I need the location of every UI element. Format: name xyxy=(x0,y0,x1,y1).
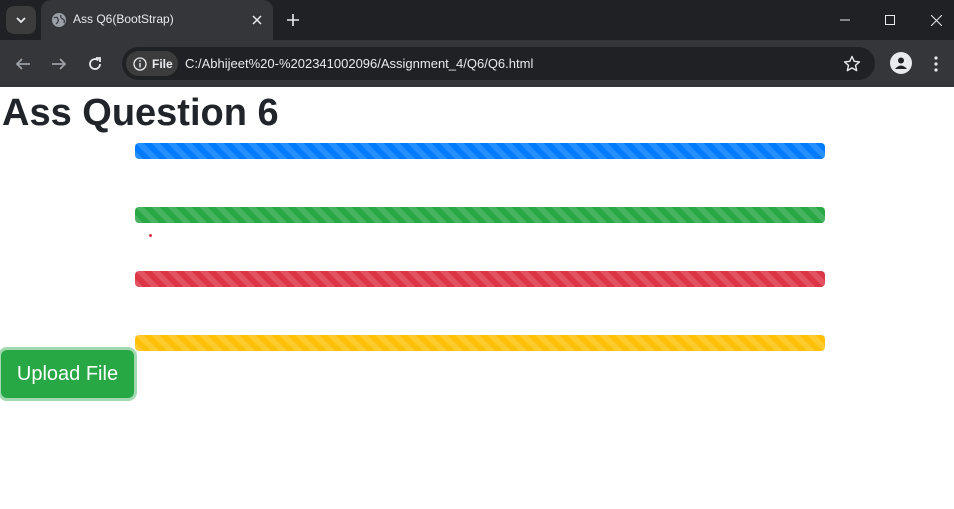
site-info-chip[interactable]: File xyxy=(126,51,178,76)
progress-red xyxy=(135,271,825,287)
tab-active[interactable]: Ass Q6(BootStrap) xyxy=(41,0,273,40)
url-text[interactable]: C:/Abhijeet%20-%202341002096/Assignment_… xyxy=(185,56,533,71)
page-title: Ass Question 6 xyxy=(2,92,279,134)
tab-close-button[interactable] xyxy=(249,12,265,28)
forward-button[interactable] xyxy=(47,52,71,76)
globe-icon xyxy=(52,13,66,27)
window-close-icon xyxy=(930,14,942,26)
star-icon[interactable] xyxy=(843,55,861,73)
info-icon xyxy=(133,56,147,71)
close-icon xyxy=(252,15,262,25)
tab-search-button[interactable] xyxy=(6,6,36,34)
progress-blue xyxy=(135,143,825,159)
address-bar[interactable]: File C:/Abhijeet%20-%202341002096/Assign… xyxy=(122,47,875,80)
window-close-button[interactable] xyxy=(926,10,946,30)
progress-bar-fill xyxy=(135,271,825,287)
forward-icon xyxy=(52,58,67,70)
progress-bar-fill xyxy=(135,335,825,351)
progress-bar-fill xyxy=(135,143,825,159)
site-info-label: File xyxy=(152,56,173,71)
tab-title: Ass Q6(BootStrap) xyxy=(73,12,174,26)
more-menu-button[interactable] xyxy=(928,52,944,76)
minimize-button[interactable] xyxy=(835,10,855,30)
maximize-button[interactable] xyxy=(880,10,900,30)
maximize-icon xyxy=(885,15,895,25)
reload-button[interactable] xyxy=(83,52,107,76)
chevron-down-icon xyxy=(16,17,26,24)
tab-strip: Ass Q6(BootStrap) xyxy=(0,0,954,40)
back-button[interactable] xyxy=(11,52,35,76)
progress-bar-fill xyxy=(135,207,825,223)
back-icon xyxy=(15,58,30,70)
more-icon xyxy=(934,56,938,72)
new-tab-button[interactable] xyxy=(283,10,303,30)
page-content: Ass Question 6 Upload File xyxy=(0,87,954,509)
profile-button[interactable] xyxy=(890,52,912,74)
plus-icon xyxy=(287,14,299,26)
profile-icon xyxy=(895,57,907,69)
progress-yellow xyxy=(135,335,825,351)
red-dot xyxy=(149,234,152,237)
browser-toolbar: File C:/Abhijeet%20-%202341002096/Assign… xyxy=(0,40,954,87)
minimize-icon xyxy=(840,19,850,21)
reload-icon xyxy=(89,57,101,70)
upload-file-button[interactable]: Upload File xyxy=(1,350,134,398)
progress-green xyxy=(135,207,825,223)
